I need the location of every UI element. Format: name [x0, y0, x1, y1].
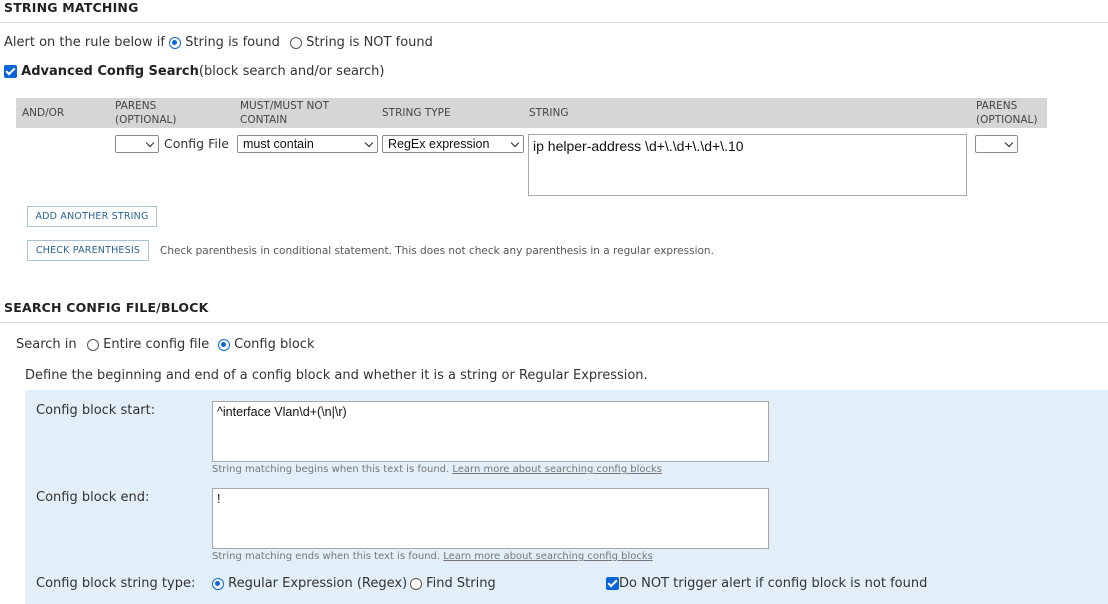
- add-another-string-button[interactable]: ADD ANOTHER STRING: [27, 206, 157, 227]
- col-string-type: STRING TYPE: [382, 107, 451, 119]
- radio-regex[interactable]: Regular Expression (Regex): [212, 576, 407, 591]
- radio-entire-config[interactable]: Entire config file: [87, 337, 209, 352]
- string-table-header: AND/OR PARENS (OPTIONAL) MUST/MUST NOT CON…: [16, 98, 1047, 128]
- define-block-text: Define the beginning and end of a config…: [25, 368, 648, 383]
- col-parens-close: PARENS (OPTIONAL): [976, 100, 1038, 126]
- chevron-down-icon: [364, 138, 374, 148]
- block-end-label: Config block end:: [36, 490, 150, 505]
- radio-regex-label: Regular Expression (Regex): [228, 576, 408, 591]
- string-type-select[interactable]: RegEx expression: [382, 135, 524, 153]
- config-file-label: Config File: [164, 136, 229, 151]
- search-in-label: Search in: [16, 337, 77, 352]
- block-start-input[interactable]: ^interface Vlan\d+(\n|\r): [212, 401, 769, 462]
- radio-found-indicator[interactable]: [169, 36, 181, 49]
- chevron-down-icon: [1004, 138, 1014, 148]
- radio-entire-label: Entire config file: [103, 337, 210, 352]
- check-parenthesis-note: Check parenthesis in conditional stateme…: [160, 245, 714, 257]
- radio-block-indicator[interactable]: [218, 338, 230, 351]
- advanced-checkbox-indicator[interactable]: [4, 65, 17, 78]
- radio-find-label: Find String: [426, 576, 496, 591]
- block-start-label: Config block start:: [36, 403, 156, 418]
- radio-config-block[interactable]: Config block: [218, 337, 314, 352]
- radio-not-found-label: String is NOT found: [306, 35, 433, 50]
- block-end-input[interactable]: !: [212, 488, 769, 549]
- radio-string-found[interactable]: String is found: [169, 35, 280, 50]
- radio-entire-indicator[interactable]: [87, 338, 99, 351]
- block-start-hint: String matching begins when this text is…: [212, 464, 662, 475]
- radio-find-indicator[interactable]: [410, 577, 422, 590]
- section-title-search-config: SEARCH CONFIG FILE/BLOCK: [4, 300, 209, 315]
- radio-regex-indicator[interactable]: [212, 577, 224, 590]
- chevron-down-icon: [510, 138, 520, 148]
- divider: [0, 322, 1108, 323]
- alert-rule-row: Alert on the rule below if: [4, 35, 165, 50]
- divider: [0, 22, 1108, 23]
- radio-block-label: Config block: [234, 337, 315, 352]
- block-end-hint: String matching ends when this text is f…: [212, 551, 653, 562]
- advanced-suffix: (block search and/or search): [198, 64, 385, 79]
- chevron-down-icon: [145, 138, 155, 148]
- advanced-config-search-checkbox[interactable]: Advanced Config Search(block search and/…: [4, 64, 384, 79]
- no-trigger-label: Do NOT trigger alert if config block is …: [619, 576, 928, 591]
- string-input[interactable]: ip helper-address \d+\.\d+\.\d+\.10: [528, 134, 967, 196]
- no-trigger-checkbox-indicator[interactable]: [606, 577, 619, 590]
- no-trigger-checkbox[interactable]: Do NOT trigger alert if config block is …: [606, 576, 927, 591]
- block-string-type-label: Config block string type:: [36, 576, 196, 591]
- radio-found-label: String is found: [185, 35, 280, 50]
- section-title-string-matching: STRING MATCHING: [4, 0, 139, 15]
- alert-rule-label: Alert on the rule below if: [4, 35, 165, 50]
- close-paren-select[interactable]: [975, 135, 1018, 153]
- open-paren-select[interactable]: [115, 135, 159, 153]
- radio-not-found-indicator[interactable]: [290, 36, 302, 49]
- learn-more-link-end[interactable]: Learn more about searching config blocks: [443, 551, 653, 562]
- advanced-label: Advanced Config Search: [21, 64, 199, 79]
- must-contain-select[interactable]: must contain: [237, 135, 378, 153]
- col-and-or: AND/OR: [22, 107, 65, 119]
- col-must: MUST/MUST NOT CONTAIN: [240, 100, 330, 126]
- radio-string-not-found[interactable]: String is NOT found: [290, 35, 433, 50]
- radio-find-string[interactable]: Find String: [410, 576, 496, 591]
- learn-more-link-start[interactable]: Learn more about searching config blocks: [452, 464, 662, 475]
- col-parens-open: PARENS (OPTIONAL): [115, 100, 177, 126]
- col-string: STRING: [529, 107, 569, 119]
- check-parenthesis-button[interactable]: CHECK PARENTHESIS: [27, 240, 149, 261]
